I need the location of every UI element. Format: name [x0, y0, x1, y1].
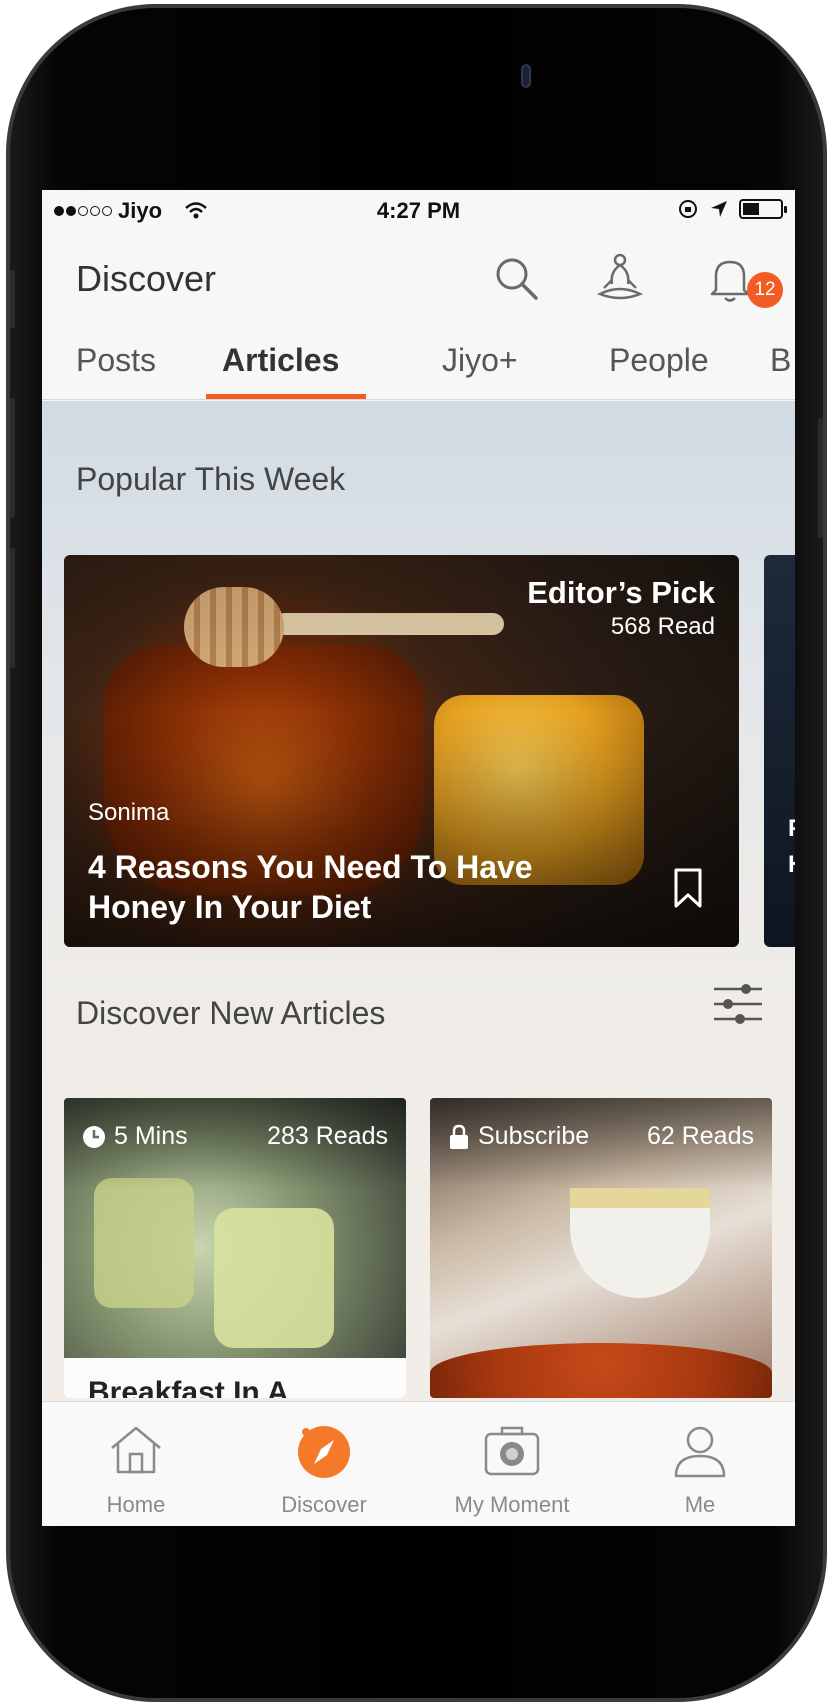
- smoothie-glass-image: [94, 1178, 194, 1308]
- front-camera: [521, 64, 531, 88]
- mute-switch: [10, 270, 15, 328]
- editors-pick-label: Editor’s Pick: [527, 575, 715, 610]
- lock-icon: [450, 1124, 468, 1149]
- page-title: Discover: [76, 258, 217, 299]
- article-card[interactable]: 5 Mins 283 Reads Breakfast In A: [64, 1098, 406, 1398]
- camera-icon: [484, 1426, 540, 1476]
- tab-people[interactable]: People: [609, 342, 709, 379]
- articles-feed: Popular This Week Editor’s Pick 568 Read…: [42, 401, 795, 1401]
- discover-section-title: Discover New Articles: [76, 995, 386, 1031]
- status-right: [677, 198, 787, 220]
- nav-discover-label: Discover: [281, 1492, 367, 1517]
- status-bar: Jiyo 4:27 PM: [42, 190, 795, 230]
- clock-icon: [83, 1125, 105, 1148]
- bottom-navigation: Home Discover My Moment Me: [42, 1401, 795, 1526]
- compass-icon: [298, 1426, 350, 1478]
- tab-articles[interactable]: Articles: [222, 342, 339, 379]
- volume-down-button: [10, 548, 15, 668]
- tab-more-partial[interactable]: B: [770, 342, 791, 379]
- pizza-image: [430, 1343, 772, 1398]
- popular-section-title: Popular This Week: [76, 461, 346, 497]
- orientation-lock-icon: [679, 200, 697, 218]
- nav-my-moment[interactable]: My Moment: [418, 1402, 606, 1526]
- featured-article-card[interactable]: Editor’s Pick 568 Read Sonima 4 Reasons …: [64, 555, 739, 947]
- nav-my-moment-label: My Moment: [454, 1492, 570, 1517]
- meditation-icon[interactable]: [592, 250, 648, 306]
- featured-author: Sonima: [88, 799, 170, 826]
- location-icon: [711, 201, 727, 217]
- card-meta: Subscribe 62 Reads: [448, 1122, 754, 1151]
- read-count: 62 Reads: [646, 1122, 754, 1150]
- filter-sliders-icon[interactable]: [712, 981, 764, 1027]
- active-tab-indicator: [206, 394, 366, 399]
- article-card[interactable]: Subscribe 62 Reads: [430, 1098, 772, 1398]
- next-featured-card-peek[interactable]: F H: [764, 555, 795, 947]
- read-time: 5 Mins: [114, 1122, 188, 1150]
- bookmark-icon[interactable]: [672, 867, 704, 909]
- person-icon: [674, 1426, 726, 1478]
- nav-me-label: Me: [684, 1492, 716, 1517]
- app-screen: Jiyo 4:27 PM Discover 12 Posts Articles …: [42, 190, 795, 1526]
- home-icon: [111, 1426, 161, 1474]
- cheese-bowl-image: [570, 1188, 710, 1298]
- battery-icon: [739, 199, 787, 219]
- subscribe-label[interactable]: Subscribe: [478, 1122, 589, 1151]
- smoothie-glass-image: [214, 1208, 334, 1348]
- card-caption: Breakfast In A: [64, 1358, 406, 1398]
- peek-headline-initial: H: [788, 851, 795, 879]
- nav-home[interactable]: Home: [42, 1402, 230, 1526]
- nav-home-label: Home: [106, 1492, 166, 1517]
- peek-author-initial: F: [788, 815, 795, 843]
- featured-read-count: 568 Read: [610, 613, 715, 640]
- notification-count-badge[interactable]: 12: [747, 272, 783, 308]
- read-count: 283 Reads: [267, 1122, 388, 1150]
- card-title: Breakfast In A: [88, 1376, 289, 1398]
- search-icon[interactable]: [488, 250, 544, 306]
- card-meta: 5 Mins 283 Reads: [82, 1122, 388, 1151]
- featured-headline: 4 Reasons You Need To Have Honey In Your…: [88, 849, 533, 925]
- app-header: Discover 12: [42, 230, 795, 320]
- tab-posts[interactable]: Posts: [76, 342, 156, 379]
- tab-jiyo-plus[interactable]: Jiyo+: [442, 342, 518, 379]
- nav-discover[interactable]: Discover: [230, 1402, 418, 1526]
- power-button: [818, 418, 823, 538]
- nav-me[interactable]: Me: [606, 1402, 794, 1526]
- volume-up-button: [10, 398, 15, 518]
- tab-bar-top: Posts Articles Jiyo+ People B: [42, 320, 795, 400]
